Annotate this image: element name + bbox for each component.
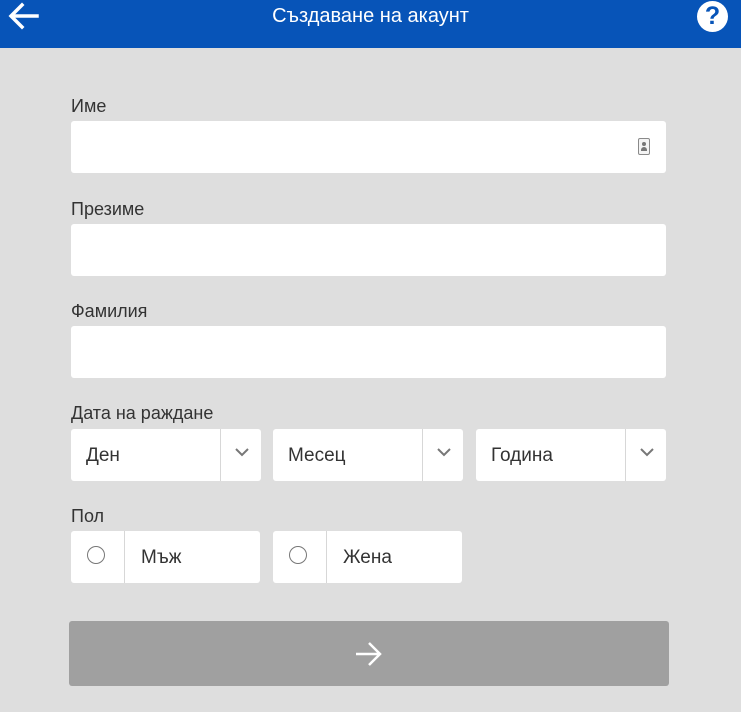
next-button[interactable] (69, 621, 669, 686)
year-select-value: Година (491, 445, 553, 466)
question-mark-icon: ? (704, 2, 721, 30)
top-app-bar: Създаване на акаунт ? (0, 0, 741, 48)
contact-card-icon[interactable] (638, 138, 650, 155)
gender-option-male[interactable]: Мъж (71, 531, 260, 583)
select-divider (422, 429, 423, 481)
chevron-down-icon (235, 448, 249, 457)
day-select-value: Ден (86, 445, 120, 466)
day-select[interactable]: Ден (71, 429, 261, 481)
month-select[interactable]: Месец (273, 429, 463, 481)
month-select-value: Месец (288, 445, 346, 466)
chevron-down-icon (640, 448, 654, 457)
gender-option-label: Мъж (141, 547, 182, 568)
last-name-label: Фамилия (71, 301, 148, 321)
select-divider (220, 429, 221, 481)
radio-divider (326, 531, 327, 583)
birth-date-label: Дата на раждане (71, 403, 214, 423)
radio-divider (124, 531, 125, 583)
middle-name-label: Презиме (71, 199, 145, 219)
chevron-down-icon (437, 448, 451, 457)
select-divider (625, 429, 626, 481)
gender-option-female[interactable]: Жена (273, 531, 462, 583)
last-name-input[interactable] (71, 326, 666, 378)
first-name-label: Име (71, 96, 107, 116)
gender-option-label: Жена (343, 547, 392, 568)
help-button[interactable]: ? (697, 1, 728, 32)
middle-name-input[interactable] (71, 224, 666, 276)
gender-label: Пол (71, 506, 105, 526)
first-name-input[interactable] (71, 121, 666, 173)
page-title: Създаване на акаунт (272, 5, 469, 27)
radio-button[interactable] (87, 546, 105, 564)
year-select[interactable]: Година (476, 429, 666, 481)
radio-button[interactable] (289, 546, 307, 564)
arrow-right-icon (356, 641, 382, 666)
